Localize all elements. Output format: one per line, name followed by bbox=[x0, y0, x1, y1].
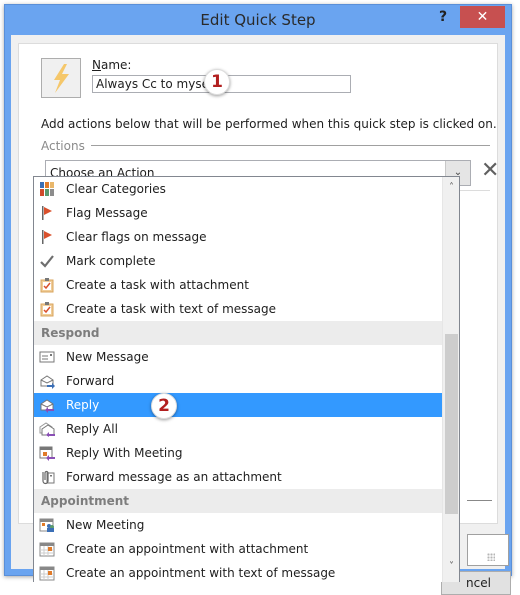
forward-icon bbox=[39, 373, 55, 389]
checkmark-icon bbox=[39, 253, 55, 269]
actions-description: Add actions below that will be performed… bbox=[41, 117, 497, 131]
dropdown-group-header: Respond bbox=[34, 321, 443, 345]
close-icon: ✕ bbox=[476, 9, 489, 25]
reply-all-icon bbox=[39, 421, 55, 437]
dropdown-item[interactable]: Clear Categories bbox=[34, 177, 443, 201]
annotation-badge-2: 2 bbox=[151, 393, 177, 419]
help-button[interactable]: ? bbox=[433, 9, 453, 29]
actions-section-label: Actions bbox=[41, 139, 85, 153]
task-icon bbox=[39, 277, 55, 293]
quick-step-icon-button[interactable] bbox=[41, 58, 81, 98]
dropdown-item-label: Flag Message bbox=[66, 206, 148, 220]
shortcut-field[interactable] bbox=[467, 534, 509, 566]
dropdown-item-label: Create a task with text of message bbox=[66, 302, 277, 316]
dropdown-scrollbar[interactable]: ˄ ˅ bbox=[442, 177, 459, 582]
scroll-thumb[interactable] bbox=[445, 334, 458, 514]
dropdown-item[interactable]: Reply With Meeting bbox=[34, 441, 443, 465]
dropdown-item-label: Reply All bbox=[66, 422, 118, 436]
reply-meeting-icon bbox=[39, 445, 55, 461]
delete-action-button[interactable]: ✕ bbox=[481, 158, 499, 183]
dropdown-item-label: Create an appointment with text of messa… bbox=[66, 566, 336, 580]
dropdown-item[interactable]: Create an appointment with text of messa… bbox=[34, 561, 443, 582]
dropdown-item[interactable]: Reply All bbox=[34, 417, 443, 441]
appointment-icon bbox=[39, 565, 55, 581]
dropdown-item[interactable]: Forward message as an attachment bbox=[34, 465, 443, 489]
name-label-text: ame: bbox=[100, 58, 132, 72]
attachment-icon bbox=[39, 469, 55, 485]
name-label: Name: bbox=[92, 58, 131, 72]
dropdown-item-label: Clear flags on message bbox=[66, 230, 207, 244]
scroll-down-icon[interactable]: ˅ bbox=[443, 558, 459, 575]
action-dropdown-list[interactable]: Clear Categories Flag Message Clear flags … bbox=[33, 176, 460, 582]
dropdown-item[interactable]: Create a task with text of message bbox=[34, 297, 443, 321]
title-bar: Edit Quick Step ? ✕ bbox=[5, 5, 511, 35]
task-icon bbox=[39, 301, 55, 317]
dropdown-item-label: New Meeting bbox=[66, 518, 145, 532]
dropdown-item-label: New Message bbox=[66, 350, 149, 364]
dropdown-item[interactable]: Create a task with attachment bbox=[34, 273, 443, 297]
name-label-accelerator: N bbox=[92, 58, 101, 72]
annotation-badge-1: 1 bbox=[204, 69, 230, 95]
dropdown-item-label: Forward message as an attachment bbox=[66, 470, 282, 484]
dropdown-item-label: Mark complete bbox=[66, 254, 156, 268]
dropdown-item-label: Clear Categories bbox=[66, 182, 166, 196]
resize-grip[interactable] bbox=[487, 553, 495, 561]
dropdown-item-label: Reply With Meeting bbox=[66, 446, 183, 460]
new-meeting-icon bbox=[39, 517, 55, 533]
flag-icon bbox=[39, 229, 55, 245]
dropdown-item[interactable]: New Meeting bbox=[34, 513, 443, 537]
new-message-icon bbox=[39, 349, 55, 365]
reply-icon bbox=[39, 397, 55, 413]
dropdown-item[interactable]: Create an appointment with attachment bbox=[34, 537, 443, 561]
close-button[interactable]: ✕ bbox=[460, 6, 505, 28]
dropdown-item-label: Create an appointment with attachment bbox=[66, 542, 309, 556]
dropdown-item[interactable]: Mark complete bbox=[34, 249, 443, 273]
divider bbox=[467, 500, 492, 501]
dropdown-item-label: Reply bbox=[66, 398, 100, 412]
dropdown-item[interactable]: Reply bbox=[34, 393, 443, 417]
actions-divider bbox=[91, 145, 490, 146]
flag-icon bbox=[39, 205, 55, 221]
dropdown-item[interactable]: Flag Message bbox=[34, 201, 443, 225]
dropdown-item[interactable]: New Message bbox=[34, 345, 443, 369]
scroll-up-icon[interactable]: ˄ bbox=[443, 179, 459, 196]
dropdown-item[interactable]: Forward bbox=[34, 369, 443, 393]
dropdown-group-header: Appointment bbox=[34, 489, 443, 513]
lightning-icon bbox=[54, 64, 69, 93]
dropdown-item-label: Create a task with attachment bbox=[66, 278, 249, 292]
dropdown-item-label: Forward bbox=[66, 374, 115, 388]
categories-icon bbox=[39, 181, 55, 197]
dropdown-items: Clear Categories Flag Message Clear flags … bbox=[34, 177, 443, 582]
appointment-icon bbox=[39, 541, 55, 557]
dropdown-item[interactable]: Clear flags on message bbox=[34, 225, 443, 249]
close-icon: ✕ bbox=[481, 158, 500, 183]
